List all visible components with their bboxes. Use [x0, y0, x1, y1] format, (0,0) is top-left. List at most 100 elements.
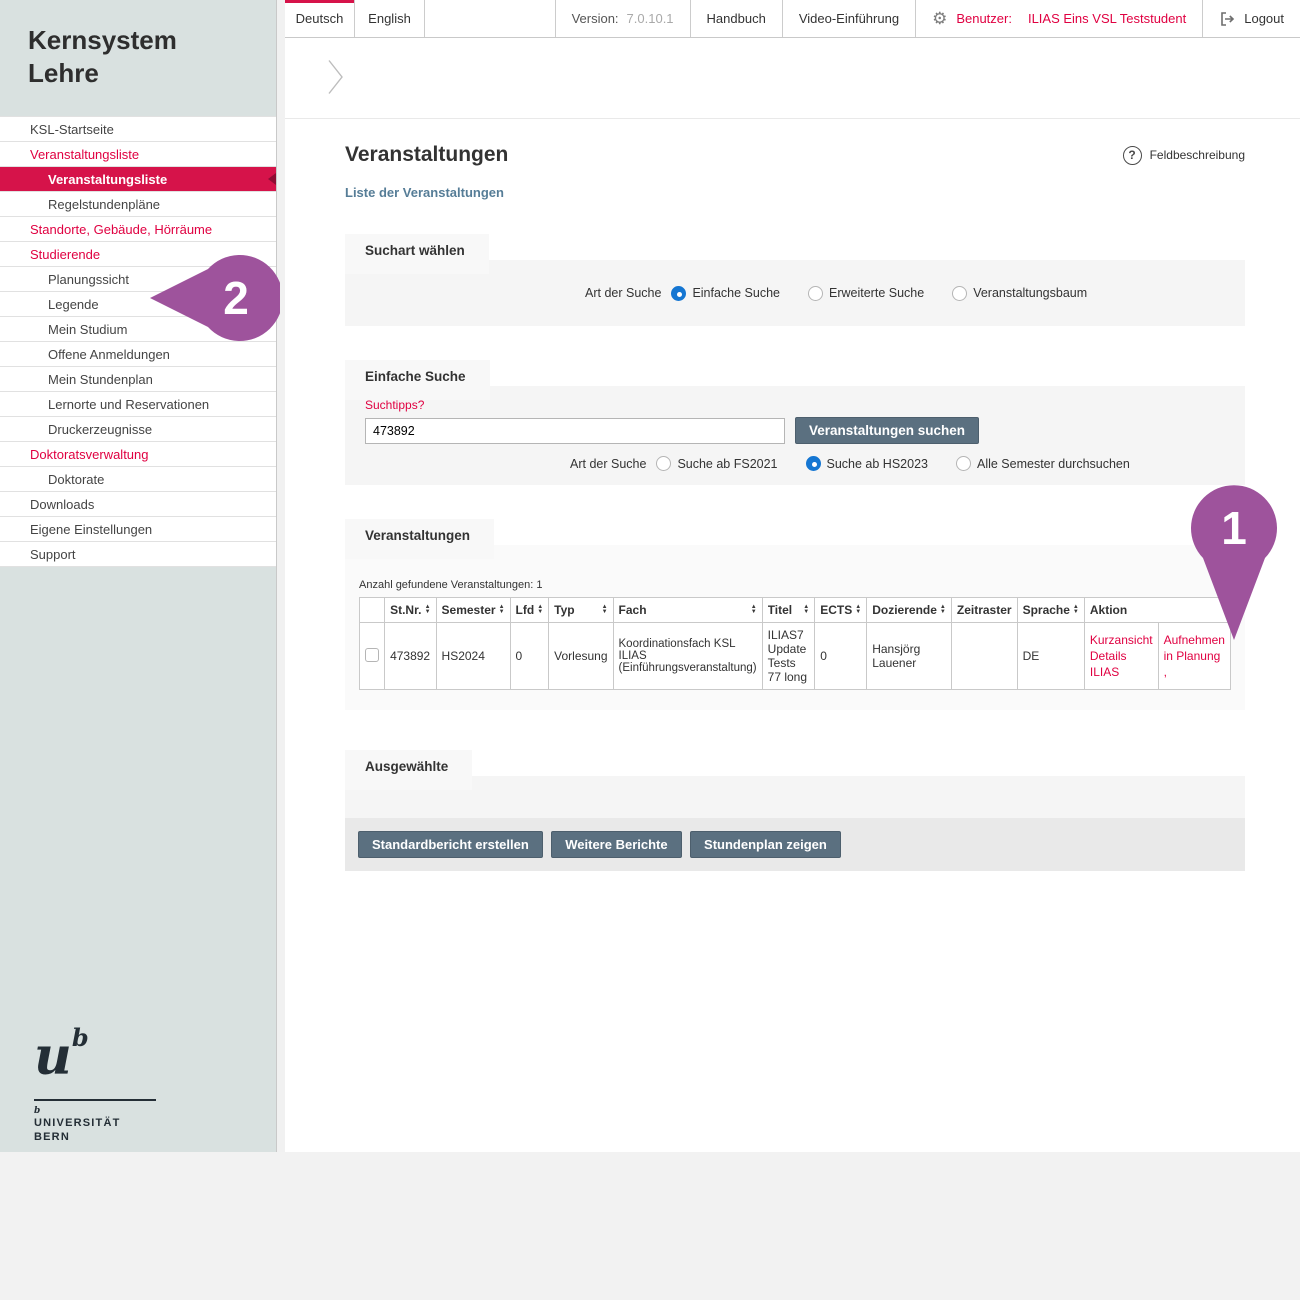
header-titel[interactable]: Titel▲▼ — [762, 598, 815, 623]
liste-der-veranstaltungen-link[interactable]: Liste der Veranstaltungen — [345, 185, 1245, 200]
page-footer-area — [0, 1152, 1300, 1300]
radio-alle-semester[interactable]: Alle Semester durchsuchen — [956, 456, 1130, 471]
radio-veranstaltungsbaum[interactable]: Veranstaltungsbaum — [952, 286, 1087, 301]
sidebar-item-mein-stundenplan[interactable]: Mein Stundenplan — [0, 367, 276, 392]
sort-icon: ▲▼ — [940, 605, 946, 615]
sort-icon: ▲▼ — [1073, 605, 1079, 615]
sort-icon: ▲▼ — [602, 605, 608, 615]
radio-unselected-icon — [956, 456, 971, 471]
header-ects[interactable]: ECTS▲▼ — [815, 598, 867, 623]
radio-suche-ab-fs2021[interactable]: Suche ab FS2021 — [656, 456, 777, 471]
svg-text:2: 2 — [223, 272, 249, 324]
section-title-veranstaltungen: Veranstaltungen — [345, 519, 494, 559]
annotation-marker-2: 2 — [148, 254, 280, 342]
semester-radio-group: Art der Suche Suche ab FS2021 Suche ab H… — [365, 456, 1245, 471]
page-title: Veranstaltungen — [345, 143, 508, 167]
cell-sprache: DE — [1017, 623, 1084, 690]
user-cell: ⚙ Benutzer: ILIAS Eins VSL Teststudent — [915, 0, 1202, 37]
svg-text:1: 1 — [1221, 502, 1247, 554]
app-title-line2: Lehre — [28, 58, 99, 88]
sort-icon: ▲▼ — [803, 605, 809, 615]
sort-icon: ▲▼ — [425, 605, 431, 615]
sidebar-item-support[interactable]: Support — [0, 542, 276, 567]
table-row: 473892 HS2024 0 Vorlesung Koordinationsf… — [360, 623, 1231, 690]
row-checkbox-cell — [360, 623, 385, 690]
university-bern-logo: ub b UNIVERSITÄT BERN — [34, 1012, 156, 1144]
cell-ects: 0 — [815, 623, 867, 690]
header-typ[interactable]: Typ▲▼ — [549, 598, 613, 623]
version-info: Version: 7.0.10.1 — [555, 0, 690, 37]
sidebar-item-offene-anmeldungen[interactable]: Offene Anmeldungen — [0, 342, 276, 367]
help-icon: ? — [1123, 146, 1142, 165]
topbar-spacer — [425, 0, 555, 37]
sidebar-item-doktoratsverwaltung[interactable]: Doktoratsverwaltung — [0, 442, 276, 467]
radio-unselected-icon — [952, 286, 967, 301]
sidebar: Kernsystem Lehre KSL-Startseite Veransta… — [0, 0, 277, 1152]
user-name-link[interactable]: ILIAS Eins VSL Teststudent — [1028, 11, 1186, 26]
header-dozierende[interactable]: Dozierende▲▼ — [867, 598, 952, 623]
version-number: 7.0.10.1 — [627, 11, 674, 26]
sidebar-item-lernorte[interactable]: Lernorte und Reservationen — [0, 392, 276, 417]
annotation-marker-1: 1 — [1190, 483, 1278, 643]
active-item-arrow-icon — [268, 173, 276, 185]
weitere-berichte-button[interactable]: Weitere Berichte — [551, 831, 681, 858]
section-title-einfache-suche: Einfache Suche — [345, 360, 490, 400]
logout-button[interactable]: Logout — [1202, 0, 1300, 37]
kurzansicht-link[interactable]: Kurzansicht — [1090, 632, 1153, 648]
sidebar-item-downloads[interactable]: Downloads — [0, 492, 276, 517]
header-fach[interactable]: Fach▲▼ — [613, 598, 762, 623]
sidebar-item-ksl-startseite[interactable]: KSL-Startseite — [0, 117, 276, 142]
results-table: St.Nr.▲▼ Semester▲▼ Lfd▲▼ Typ▲▼ Fach▲▼ T… — [359, 597, 1231, 690]
radio-suche-ab-hs2023[interactable]: Suche ab HS2023 — [806, 456, 928, 471]
sidebar-item-veranstaltungsliste-group[interactable]: Veranstaltungsliste — [0, 142, 276, 167]
radio-unselected-icon — [656, 456, 671, 471]
header-sprache[interactable]: Sprache▲▼ — [1017, 598, 1084, 623]
header-checkbox — [360, 598, 385, 623]
feldbeschreibung-link[interactable]: ? Feldbeschreibung — [1123, 146, 1245, 165]
cell-titel: ILIAS7 Update Tests 77 long — [762, 623, 815, 690]
sidebar-item-veranstaltungsliste[interactable]: Veranstaltungsliste — [0, 167, 276, 192]
sort-icon: ▲▼ — [855, 605, 861, 615]
ilias-link[interactable]: ILIAS — [1090, 664, 1153, 680]
breadcrumb-chevron-icon — [327, 60, 345, 94]
report-button-bar: Standardbericht erstellen Weitere Berich… — [345, 818, 1245, 871]
app-title-line1: Kernsystem — [28, 25, 177, 55]
cell-zeitraster — [951, 623, 1017, 690]
result-count: Anzahl gefundene Veranstaltungen: 1 — [359, 579, 1231, 591]
language-tab-deutsch[interactable]: Deutsch — [285, 0, 355, 37]
section-title-ausgewaehlte: Ausgewählte — [345, 750, 472, 790]
table-header-row: St.Nr.▲▼ Semester▲▼ Lfd▲▼ Typ▲▼ Fach▲▼ T… — [360, 598, 1231, 623]
standardbericht-erstellen-button[interactable]: Standardbericht erstellen — [358, 831, 543, 858]
radio-einfache-suche[interactable]: Einfache Suche — [671, 286, 780, 301]
breadcrumb: Home Veranstaltungen — [285, 38, 1300, 119]
language-tab-english[interactable]: English — [355, 0, 425, 37]
row-checkbox[interactable] — [365, 648, 379, 662]
handbuch-link[interactable]: Handbuch — [690, 0, 782, 37]
details-link[interactable]: Details — [1090, 648, 1153, 664]
sidebar-item-regelstundenplaene[interactable]: Regelstundenpläne — [0, 192, 276, 217]
veranstaltungen-suchen-button[interactable]: Veranstaltungen suchen — [795, 417, 979, 444]
content: Veranstaltungen ? Feldbeschreibung Liste… — [285, 119, 1300, 871]
header-semester[interactable]: Semester▲▼ — [436, 598, 510, 623]
radio-unselected-icon — [808, 286, 823, 301]
suchart-radio-group: Art der Suche Einfache Suche Erweiterte … — [585, 286, 1115, 301]
sidebar-item-eigene-einstellungen[interactable]: Eigene Einstellungen — [0, 517, 276, 542]
gear-icon[interactable]: ⚙ — [932, 9, 947, 29]
sidebar-item-doktorate[interactable]: Doktorate — [0, 467, 276, 492]
sidebar-item-standorte[interactable]: Standorte, Gebäude, Hörräume — [0, 217, 276, 242]
stundenplan-zeigen-button[interactable]: Stundenplan zeigen — [690, 831, 841, 858]
radio-erweiterte-suche[interactable]: Erweiterte Suche — [808, 286, 924, 301]
sort-icon: ▲▼ — [537, 605, 543, 615]
sidebar-item-druckerzeugnisse[interactable]: Druckerzeugnisse — [0, 417, 276, 442]
radio-group-label: Art der Suche — [585, 286, 661, 300]
header-lfd[interactable]: Lfd▲▼ — [510, 598, 549, 623]
radio-selected-icon — [671, 286, 686, 301]
video-einfuehrung-link[interactable]: Video-Einführung — [782, 0, 915, 37]
page: Kernsystem Lehre KSL-Startseite Veransta… — [0, 0, 1300, 1300]
search-input[interactable] — [365, 418, 785, 444]
logo-divider — [34, 1099, 156, 1101]
header-stnr[interactable]: St.Nr.▲▼ — [385, 598, 436, 623]
suchtipps-link[interactable]: Suchtipps? — [365, 398, 1245, 412]
user-label: Benutzer: — [956, 11, 1012, 26]
cell-dozierende: Hansjörg Lauener — [867, 623, 952, 690]
